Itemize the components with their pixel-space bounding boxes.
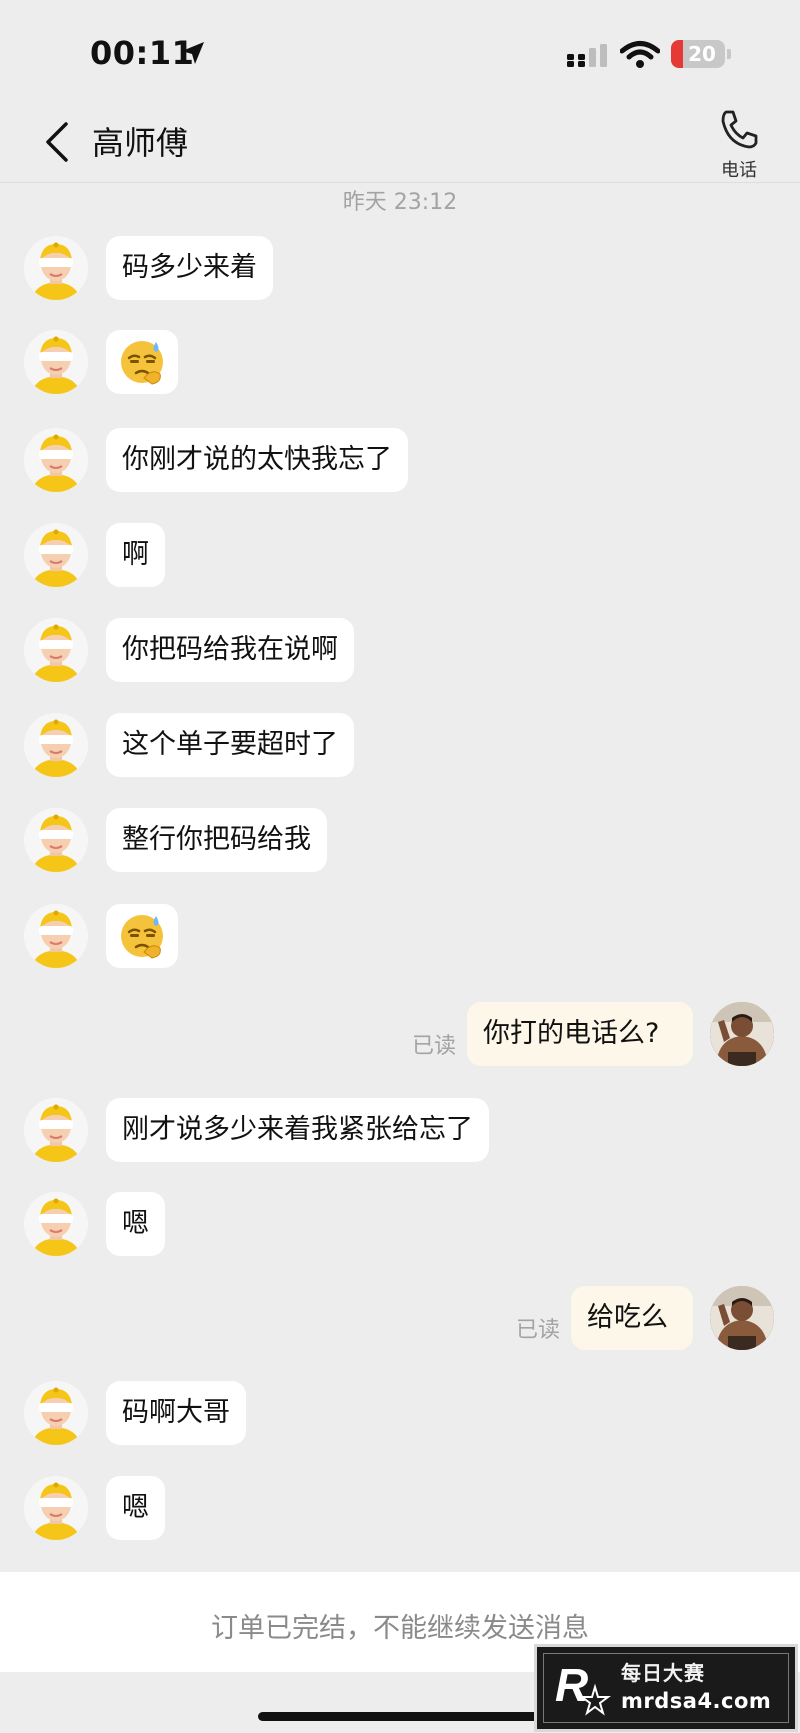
message-row: 你把码给我在说啊 <box>0 618 800 682</box>
message-row <box>0 904 800 968</box>
order-completed-notice: 订单已完结，不能继续发送消息 <box>211 1613 589 1644</box>
message-row: 码啊大哥 <box>0 1381 800 1445</box>
call-button[interactable]: 电话 <box>712 106 766 181</box>
location-arrow-icon <box>182 42 204 64</box>
message-bubble[interactable]: 码啊大哥 <box>106 1381 246 1445</box>
read-receipt: 已读 <box>412 1034 457 1059</box>
message-bubble[interactable]: 你把码给我在说啊 <box>106 618 354 682</box>
message-row <box>0 330 800 394</box>
message-row: 嗯 <box>0 1192 800 1256</box>
home-indicator[interactable] <box>258 1712 542 1721</box>
message-bubble[interactable]: 啊 <box>106 523 165 587</box>
sweat-squint-emoji-icon <box>118 338 166 386</box>
courier-avatar[interactable] <box>24 1381 88 1445</box>
phone-icon <box>721 110 758 149</box>
message-bubble-outgoing[interactable]: 你打的电话么? <box>467 1002 693 1066</box>
watermark-brand: 每日大赛 <box>621 1661 705 1685</box>
message-row: 啊 <box>0 523 800 587</box>
message-row: 码多少来着 <box>0 236 800 300</box>
svg-text:R: R <box>555 1659 588 1711</box>
watermark-badge: R 每日大赛 mrdsa4.com <box>534 1644 798 1732</box>
watermark-url: mrdsa4.com <box>621 1689 772 1713</box>
message-row-outgoing: 已读 给吃么 <box>0 1286 800 1350</box>
message-row: 这个单子要超时了 <box>0 713 800 777</box>
message-bubble[interactable]: 刚才说多少来着我紧张给忘了 <box>106 1098 489 1162</box>
message-timestamp: 昨天 23:12 <box>342 190 458 215</box>
courier-avatar[interactable] <box>24 428 88 492</box>
back-chevron-icon[interactable] <box>42 120 72 164</box>
message-bubble[interactable]: 这个单子要超时了 <box>106 713 354 777</box>
watermark-r-star-logo: R <box>555 1659 611 1716</box>
user-avatar[interactable] <box>710 1286 774 1350</box>
courier-avatar[interactable] <box>24 713 88 777</box>
sweat-squint-emoji-icon <box>118 912 166 960</box>
message-row: 你刚才说的太快我忘了 <box>0 428 800 492</box>
message-bubble[interactable]: 整行你把码给我 <box>106 808 327 872</box>
courier-avatar[interactable] <box>24 1098 88 1162</box>
message-row: 刚才说多少来着我紧张给忘了 <box>0 1098 800 1162</box>
courier-avatar[interactable] <box>24 808 88 872</box>
courier-avatar[interactable] <box>24 523 88 587</box>
courier-avatar[interactable] <box>24 1192 88 1256</box>
message-bubble[interactable]: 嗯 <box>106 1476 165 1540</box>
read-receipt: 已读 <box>516 1318 561 1343</box>
status-bar: 00:11 20 <box>0 0 800 100</box>
cellular-signal-icon <box>567 44 607 67</box>
message-row: 整行你把码给我 <box>0 808 800 872</box>
message-bubble-outgoing[interactable]: 给吃么 <box>571 1286 693 1350</box>
message-bubble[interactable]: 码多少来着 <box>106 236 273 300</box>
battery-percent: 20 <box>688 42 716 66</box>
call-button-label: 电话 <box>721 160 757 181</box>
courier-avatar[interactable] <box>24 330 88 394</box>
battery-indicator: 20 <box>671 40 725 68</box>
message-bubble-emoji[interactable] <box>106 904 178 968</box>
user-avatar[interactable] <box>710 1002 774 1066</box>
message-bubble[interactable]: 嗯 <box>106 1192 165 1256</box>
message-bubble[interactable]: 你刚才说的太快我忘了 <box>106 428 408 492</box>
contact-name: 高师傅 <box>92 124 189 162</box>
status-time: 00:11 <box>90 34 195 72</box>
message-bubble-emoji[interactable] <box>106 330 178 394</box>
courier-avatar[interactable] <box>24 618 88 682</box>
courier-avatar[interactable] <box>24 904 88 968</box>
message-row: 嗯 <box>0 1476 800 1540</box>
message-row-outgoing: 已读 你打的电话么? <box>0 1002 800 1066</box>
courier-avatar[interactable] <box>24 236 88 300</box>
battery-tip <box>727 49 731 59</box>
courier-avatar[interactable] <box>24 1476 88 1540</box>
wifi-icon <box>620 41 660 68</box>
chat-header: 高师傅 电话 <box>0 100 800 183</box>
